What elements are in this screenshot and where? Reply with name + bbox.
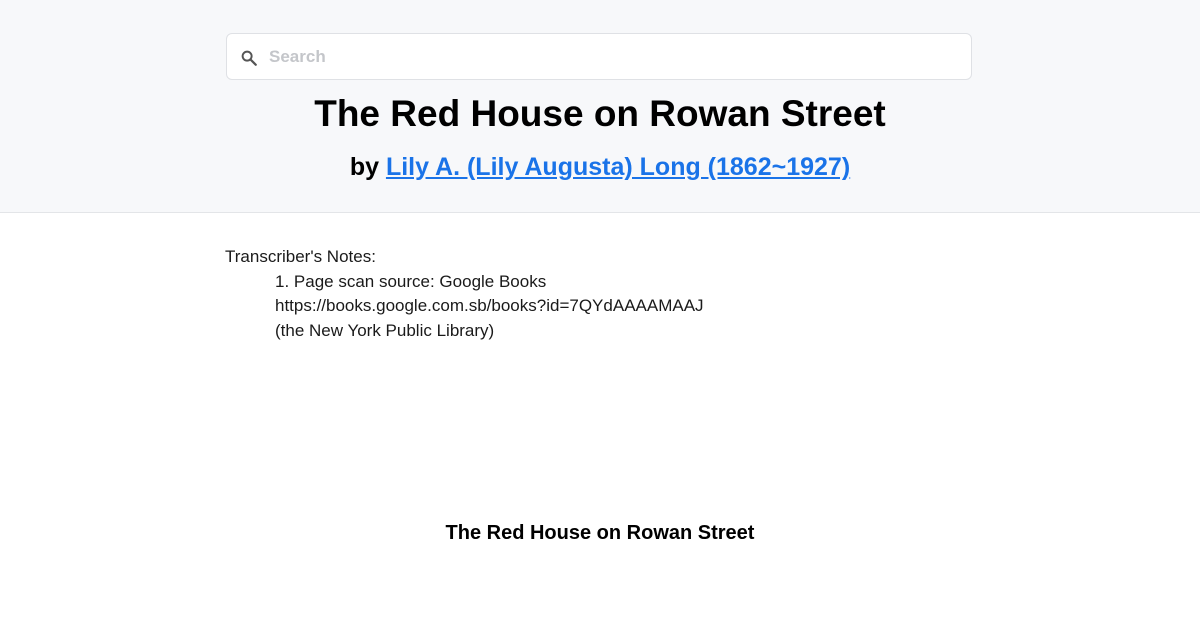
search-box[interactable] (226, 33, 972, 80)
byline: by Lily A. (Lily Augusta) Long (1862~192… (0, 150, 1200, 184)
search-icon (241, 50, 257, 66)
notes-line: (the New York Public Library) (275, 320, 495, 340)
notes-line: 1. Page scan source: Google Books (275, 271, 547, 291)
search-input[interactable] (269, 42, 959, 72)
page-header: The Red House on Rowan Street by Lily A.… (0, 0, 1200, 213)
book-title: The Red House on Rowan Street (314, 93, 886, 134)
author-link[interactable]: Lily A. (Lily Augusta) Long (1862~1927) (386, 153, 850, 181)
notes-line: https://books.google.com.sb/books?id=7QY… (275, 296, 704, 315)
notes-heading: Transcriber's Notes: (225, 247, 376, 266)
transcriber-notes: Transcriber's Notes: 1. Page scan source… (225, 245, 975, 343)
content-title: The Red House on Rowan Street (445, 522, 755, 544)
byline-prefix: by (349, 153, 386, 181)
